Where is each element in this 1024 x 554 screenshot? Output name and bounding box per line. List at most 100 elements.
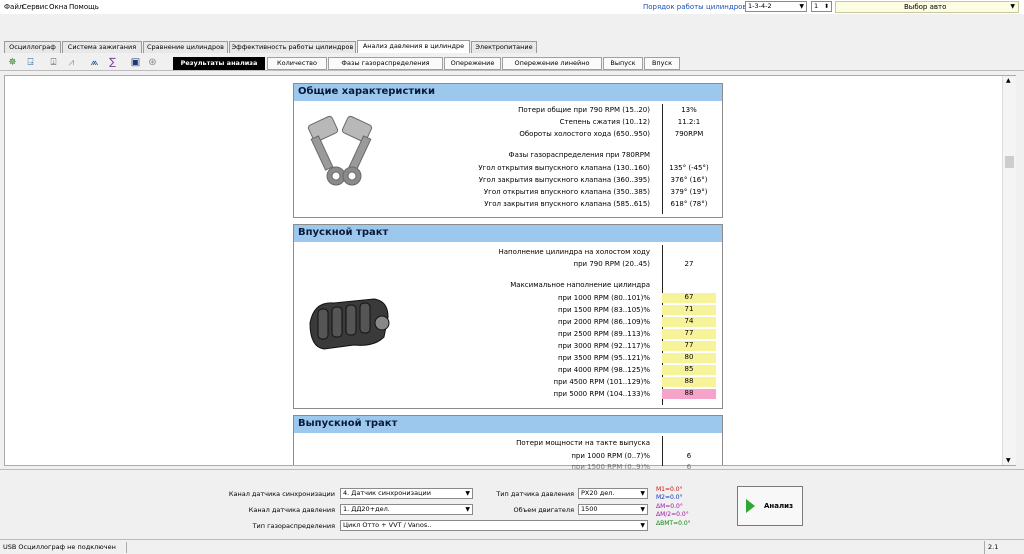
intake-open-value: 379° (19°) xyxy=(670,188,708,196)
car-select[interactable]: Выбор авто ▼ xyxy=(835,1,1019,13)
auto-icon[interactable]: ⍗ xyxy=(47,56,60,69)
status-divider xyxy=(126,542,127,553)
pressure-sensor-type-label: Тип датчика давления xyxy=(496,490,574,498)
section-title: Общие характеристики xyxy=(294,84,722,101)
timing-type-select[interactable]: Цикл Отто + VVT / Vanos.. ▼ xyxy=(340,520,648,531)
idle-speed-value: 790RPM xyxy=(674,130,704,138)
idle-fill-rpm-label: при 790 RPM (20..45) xyxy=(573,260,650,268)
chevron-down-icon: ▼ xyxy=(640,522,645,529)
pressure-sensor-type-select[interactable]: PX20 дел. ▼ xyxy=(578,488,648,499)
pistons-image xyxy=(307,115,373,186)
peaks-icon[interactable]: ⩘ xyxy=(65,56,78,69)
exhaust-close-label: Угол закрытия выпускного клапана (360..3… xyxy=(478,176,650,184)
fill-1000-value: 67 xyxy=(662,293,716,303)
chevron-down-icon: ▼ xyxy=(640,506,645,513)
menu-service[interactable]: Сервис xyxy=(22,3,48,11)
exhaust-loss-1000-label: при 1000 RPM (0..7)% xyxy=(571,452,650,460)
idle-fill-value: 27 xyxy=(684,260,694,268)
tab-power[interactable]: Электропитание xyxy=(471,41,537,53)
menu-bar: Файл Сервис Окна Помощь Порядок работы ц… xyxy=(0,0,1024,14)
tab-cylinder-efficiency[interactable]: Эффективность работы цилиндров xyxy=(229,41,356,53)
menu-windows[interactable]: Окна xyxy=(49,3,68,11)
tab-pressure-analysis[interactable]: Анализ давления в цилиндре xyxy=(357,40,470,53)
fill-5000-value: 88 xyxy=(662,389,716,399)
section-title: Впускной тракт xyxy=(294,225,722,242)
exhaust-loss-1000-value: 6 xyxy=(686,452,692,460)
fill-1500-label: при 1500 RPM (83..105)% xyxy=(557,306,650,314)
subtab-advance-linear[interactable]: Опережение линейно xyxy=(502,57,602,70)
subtab-results[interactable]: Результаты анализа xyxy=(173,57,265,70)
exhaust-loss-heading: Потери мощности на такте выпуска xyxy=(516,439,650,447)
engine-volume-select[interactable]: 1500 ▼ xyxy=(578,504,648,515)
tab-cylinder-compare[interactable]: Сравнение цилиндров xyxy=(143,41,228,53)
intake-tract-section: Впускной тракт Наполнение цилиндра на хо… xyxy=(293,224,723,409)
section-title: Выпускной тракт xyxy=(294,416,722,433)
fill-3500-label: при 3500 RPM (95..121)% xyxy=(557,354,650,362)
timing-type-label: Тип газораспределения xyxy=(252,522,335,530)
marker-delta-bmt: ΔBMT=0.0° xyxy=(656,520,691,527)
total-loss-value: 13% xyxy=(681,106,697,114)
formula-icon[interactable]: ∑ xyxy=(106,56,119,69)
intake-close-label: Угол закрытия впускного клапана (585..61… xyxy=(484,200,650,208)
tab-ignition[interactable]: Система зажигания xyxy=(62,41,142,53)
fill-1000-label: при 1000 RPM (80..101)% xyxy=(557,294,650,302)
subtab-intake[interactable]: Впуск xyxy=(644,57,680,70)
subtab-quantity[interactable]: Количество xyxy=(267,57,327,70)
max-fill-heading: Максимальное наполнение цилиндра xyxy=(510,281,650,289)
fill-1500-value: 71 xyxy=(662,305,716,315)
intake-close-value: 618° (78°) xyxy=(670,200,708,208)
exhaust-tract-section: Выпускной тракт Потери мощности на такте… xyxy=(293,415,723,471)
fill-2000-label: при 2000 RPM (86..109)% xyxy=(557,318,650,326)
chevron-down-icon: ▼ xyxy=(799,3,804,10)
intake-open-label: Угол открытия впускного клапана (350..38… xyxy=(483,188,650,196)
cursor-524-icon[interactable]: ⍈ xyxy=(24,56,37,69)
subtab-advance[interactable]: Опережение xyxy=(444,57,501,70)
marker-m1: M1=0.0° xyxy=(656,486,683,493)
spinner-arrows-icon: ⬍ xyxy=(823,3,829,10)
idle-speed-label: Обороты холостого хода (650..950) xyxy=(519,130,650,138)
cylinder-number-spinner[interactable]: 1 ⬍ xyxy=(811,1,832,12)
chevron-down-icon: ▼ xyxy=(1010,3,1015,10)
save-icon[interactable]: ▣ xyxy=(129,56,142,69)
status-bar: USB Осциллограф не подключен 2.1 xyxy=(0,539,1024,554)
sync-channel-select[interactable]: 4. Датчик синхронизации ▼ xyxy=(340,488,473,499)
pressure-channel-select[interactable]: 1. ДД20+дел. ▼ xyxy=(340,504,473,515)
chevron-down-icon: ▼ xyxy=(640,490,645,497)
subtab-valve-timing[interactable]: Фазы газораспределения xyxy=(328,57,443,70)
menu-help[interactable]: Помощь xyxy=(69,3,99,11)
fill-2000-value: 74 xyxy=(662,317,716,327)
engine-volume-label: Объем двигателя xyxy=(513,506,574,514)
menu-file[interactable]: Файл xyxy=(4,3,23,11)
sync-channel-label: Канал датчика синхронизации xyxy=(228,490,335,498)
analyze-button[interactable]: Анализ xyxy=(737,486,803,526)
compression-ratio-label: Степень сжатия (10..12) xyxy=(559,118,650,126)
cylinder-order-select[interactable]: 1-3-4-2 ▼ xyxy=(745,1,807,12)
scroll-up-icon[interactable]: ▲ xyxy=(1006,77,1011,84)
tab-oscillograph[interactable]: Осциллограф xyxy=(4,41,61,53)
grid-icon[interactable]: ✵ xyxy=(6,56,19,69)
exhaust-open-label: Угол открытия выпускного клапана (130..1… xyxy=(478,164,650,172)
version-label: 2.1 xyxy=(984,541,1020,554)
exhaust-close-value: 376° (16°) xyxy=(670,176,708,184)
wheel-icon[interactable]: ⊛ xyxy=(146,56,159,69)
scroll-thumb[interactable] xyxy=(1005,156,1014,168)
waveform-icon[interactable]: ⩕ xyxy=(88,56,101,69)
vertical-scrollbar[interactable]: ▲ ▼ xyxy=(1002,76,1016,465)
total-loss-label: Потери общие при 790 RPM (15..20) xyxy=(518,106,650,114)
general-characteristics-section: Общие характеристики Потери общие при 79… xyxy=(293,83,723,218)
fill-3000-label: при 3000 RPM (92..117)% xyxy=(557,342,650,350)
marker-m2: M2=0.0° xyxy=(656,494,683,501)
connection-status: USB Осциллограф не подключен xyxy=(3,543,116,551)
cylinder-order-label: Порядок работы цилиндров xyxy=(643,3,747,11)
valve-timing-heading: Фазы газораспределения при 780RPM xyxy=(508,151,650,159)
scroll-down-icon[interactable]: ▼ xyxy=(1006,457,1011,464)
marker-delta-m-half: ΔM/2=0.0° xyxy=(656,511,689,518)
fill-3500-value: 80 xyxy=(662,353,716,363)
pressure-channel-label: Канал датчика давления xyxy=(248,506,335,514)
fill-2500-label: при 2500 RPM (89..113)% xyxy=(557,330,650,338)
intake-manifold-image xyxy=(309,298,390,350)
compression-ratio-value: 11.2:1 xyxy=(677,118,701,126)
subtab-exhaust[interactable]: Выпуск xyxy=(603,57,643,70)
marker-delta-m: ΔM=0.0° xyxy=(656,503,683,510)
fill-3000-value: 77 xyxy=(662,341,716,351)
